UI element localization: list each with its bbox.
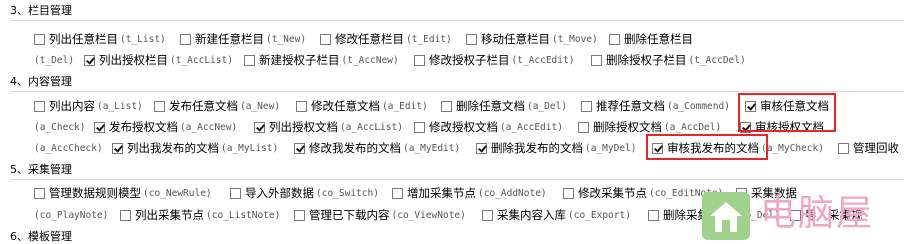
perm-t-list[interactable]: 列出任意栏目 (t_List) <box>34 31 166 47</box>
highlight-box-review-mine <box>646 134 768 160</box>
checkbox[interactable] <box>120 209 131 221</box>
section-heading-column-mgmt: 3、栏目管理 <box>10 4 72 17</box>
checkbox[interactable] <box>466 33 477 45</box>
checkbox[interactable] <box>441 100 452 112</box>
perm-t-del[interactable]: 删除任意栏目 <box>609 31 693 47</box>
perm-a-mylist[interactable]: 列出我发布的文档 (a_MyList) <box>112 140 278 156</box>
section-heading-content-mgmt: 4、内容管理 <box>10 75 72 88</box>
watermark-text: 电脑屋 <box>760 193 875 234</box>
checkbox[interactable] <box>414 54 425 66</box>
perm-recycle-mgmt[interactable]: 管理回收 <box>838 140 899 156</box>
perm-code-continuation: (t_Del) <box>34 54 75 66</box>
perm-t-edit[interactable]: 修改任意栏目 (t_Edit) <box>320 31 452 47</box>
perm-t-move[interactable]: 移动任意栏目 (t_Move) <box>466 31 598 47</box>
perm-a-list[interactable]: 列出内容 (a_List) <box>34 98 143 114</box>
checkbox[interactable] <box>563 187 574 199</box>
checkbox[interactable] <box>578 121 589 133</box>
perm-a-accedit[interactable]: 修改授权文档 (a_AccEdit) <box>414 119 563 135</box>
perm-co-export[interactable]: 采集内容入库 (co_Export) <box>482 207 631 223</box>
perm-t-accedit[interactable]: 修改授权子栏目 (t_AccEdit) <box>414 52 574 68</box>
checkbox[interactable] <box>591 54 602 66</box>
watermark: 电脑屋 <box>702 186 904 242</box>
checkbox-checked[interactable] <box>254 121 265 133</box>
perm-a-new[interactable]: 发布任意文档 (a_New) <box>154 98 280 114</box>
checkbox-checked[interactable] <box>294 142 305 154</box>
checkbox[interactable] <box>482 209 493 221</box>
checkbox[interactable] <box>34 100 45 112</box>
checkbox-checked[interactable] <box>476 142 487 154</box>
separator <box>10 91 904 92</box>
perm-a-edit[interactable]: 修改任意文档 (a_Edit) <box>296 98 428 114</box>
perm-t-acclist[interactable]: 列出授权栏目 (t_AccList) <box>84 52 233 68</box>
checkbox-checked[interactable] <box>84 54 95 66</box>
checkbox[interactable] <box>581 100 592 112</box>
perm-code-continuation: (a_AccCheck) <box>34 142 103 154</box>
checkbox[interactable] <box>414 121 425 133</box>
perm-t-accdel[interactable]: 删除授权子栏目 (t_AccDel) <box>591 52 746 68</box>
checkbox-checked[interactable] <box>94 121 105 133</box>
checkbox[interactable] <box>244 54 255 66</box>
checkbox[interactable] <box>648 209 659 221</box>
perm-co-newrule[interactable]: 管理数据规则模型 (co_NewRule) <box>34 185 212 201</box>
perm-co-editnote[interactable]: 修改采集节点 (co_EditNote) <box>563 185 723 201</box>
perm-a-commend[interactable]: 推荐任意文档 (a_Commend) <box>581 98 730 114</box>
perm-a-acclist[interactable]: 列出授权文档 (a_AccList) <box>254 119 403 135</box>
perm-code-continuation: (a_Check) <box>34 121 86 133</box>
checkbox[interactable] <box>34 187 45 199</box>
perm-a-accnew[interactable]: 发布授权文档 (a_AccNew) <box>94 119 237 135</box>
checkbox[interactable] <box>609 33 620 45</box>
perm-a-accdel[interactable]: 删除授权文档 (a_AccDel) <box>578 119 721 135</box>
checkbox[interactable] <box>294 209 305 221</box>
checkbox[interactable] <box>180 33 191 45</box>
perm-co-listnote[interactable]: 列出采集节点 (co_ListNote) <box>120 207 280 223</box>
house-logo-icon <box>702 192 750 240</box>
separator <box>10 179 904 180</box>
section-heading-collect-mgmt: 5、采集管理 <box>10 163 72 176</box>
highlight-box-review-any-and-authorized <box>738 93 836 132</box>
checkbox-checked[interactable] <box>112 142 123 154</box>
checkbox[interactable] <box>296 100 307 112</box>
checkbox[interactable] <box>320 33 331 45</box>
checkbox[interactable] <box>34 33 45 45</box>
separator <box>10 20 904 21</box>
checkbox[interactable] <box>230 187 241 199</box>
checkbox[interactable] <box>154 100 165 112</box>
checkbox[interactable] <box>392 187 403 199</box>
perm-code-continuation: (co_PlayNote) <box>34 209 109 221</box>
perm-t-accnew[interactable]: 新建授权子栏目 (t_AccNew) <box>244 52 399 68</box>
perm-t-new[interactable]: 新建任意栏目 (t_New) <box>180 31 306 47</box>
perm-co-switch[interactable]: 导入外部数据 (co_Switch) <box>230 185 379 201</box>
perm-a-mydel[interactable]: 删除我发布的文档 (a_MyDel) <box>476 140 636 156</box>
perm-co-addnote[interactable]: 增加采集节点 (co_AddNote) <box>392 185 547 201</box>
perm-co-viewnote[interactable]: 管理已下载内容 (co_ViewNote) <box>294 207 466 223</box>
perm-a-myedit[interactable]: 修改我发布的文档 (a_MyEdit) <box>294 140 460 156</box>
perm-a-del[interactable]: 删除任意文档 (a_Del) <box>441 98 567 114</box>
checkbox[interactable] <box>838 142 849 154</box>
